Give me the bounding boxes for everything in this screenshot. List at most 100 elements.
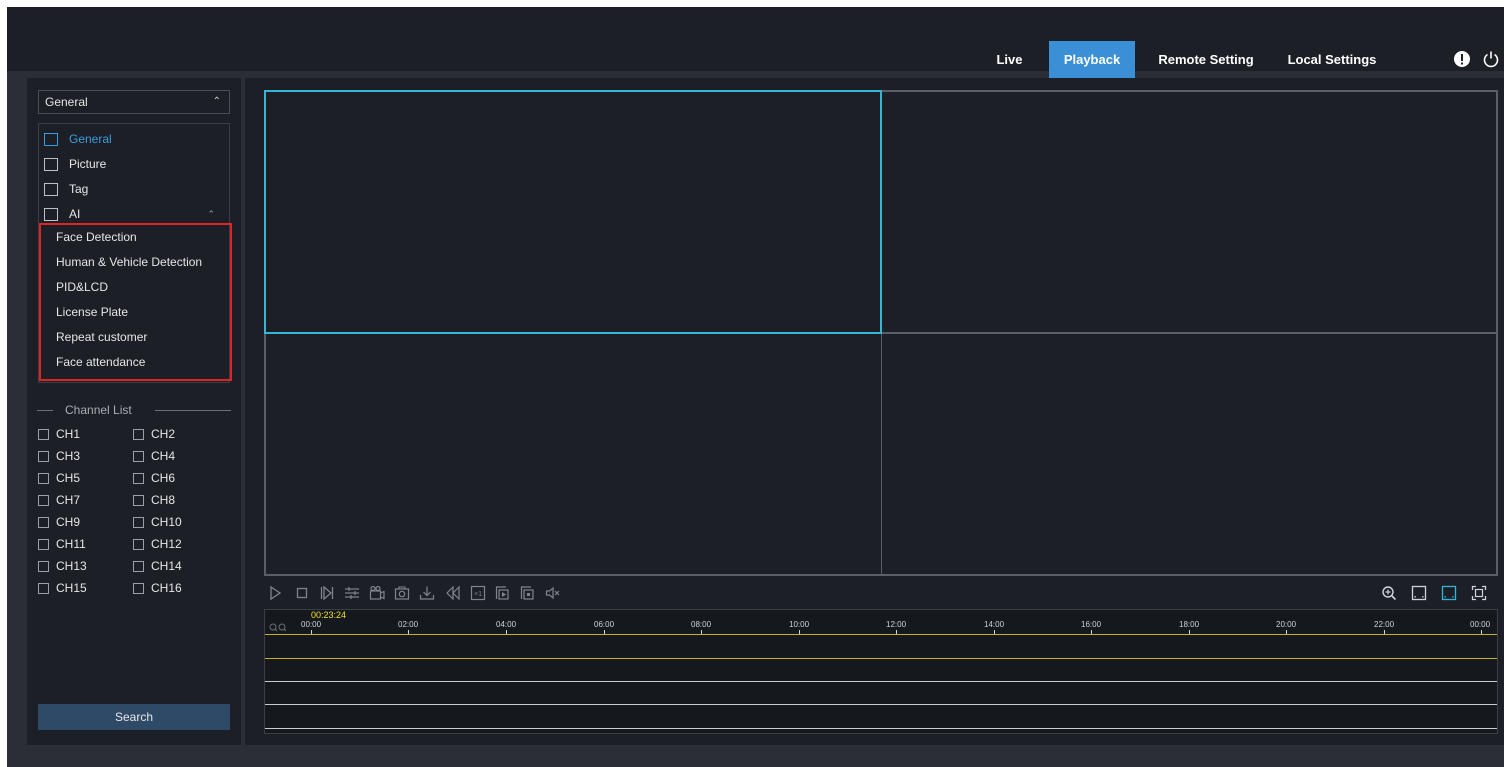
channel-checkbox-ch12[interactable]: CH12	[133, 534, 182, 554]
play-icon[interactable]	[267, 585, 283, 601]
ai-item-pid-lcd[interactable]: PID&LCD	[56, 275, 242, 300]
download-icon[interactable]	[419, 585, 435, 601]
stop-icon[interactable]	[294, 585, 310, 601]
checkbox-icon	[38, 451, 49, 462]
chevron-up-icon: ⌃	[212, 96, 221, 107]
hour-label: 04:00	[496, 620, 517, 629]
adjust-icon[interactable]	[344, 585, 360, 601]
tab-remote-setting[interactable]: Remote Setting	[1151, 41, 1261, 78]
video-cell-4[interactable]	[881, 333, 1497, 575]
hour-label: 08:00	[691, 620, 712, 629]
timeline-track-ch5[interactable]	[265, 728, 1497, 729]
clip-end-icon[interactable]	[520, 585, 536, 601]
channel-checkbox-ch5[interactable]: CH5	[38, 468, 80, 488]
tab-live[interactable]: Live	[987, 41, 1032, 78]
checkbox-icon	[38, 517, 49, 528]
hour-label: 16:00	[1081, 620, 1102, 629]
checkbox-icon	[133, 539, 144, 550]
hour-label: 10:00	[789, 620, 810, 629]
dropdown-item-picture[interactable]: Picture	[39, 152, 229, 177]
tab-playback[interactable]: Playback	[1049, 41, 1135, 78]
playback-timeline[interactable]: 00:23:24 00:00 02:00 04:00 06:00 08:00 1…	[264, 609, 1498, 734]
playback-main-area: ×1 00:23:24 00:00 02:00 04:00 06:00 08:0…	[245, 78, 1504, 745]
divider	[37, 410, 53, 411]
video-grid	[264, 90, 1498, 576]
channel-checkbox-ch11[interactable]: CH11	[38, 534, 86, 554]
hour-label: 06:00	[594, 620, 615, 629]
hour-label: 20:00	[1276, 620, 1297, 629]
fullscreen-icon[interactable]	[1471, 585, 1487, 601]
search-type-value: General	[45, 95, 88, 109]
channel-checkbox-ch2[interactable]: CH2	[133, 424, 175, 444]
power-icon[interactable]	[1482, 50, 1500, 68]
tab-local-settings[interactable]: Local Settings	[1279, 41, 1385, 78]
timeline-track-ch3[interactable]	[265, 681, 1497, 682]
hour-label: 22:00	[1374, 620, 1395, 629]
hour-label: 00:00	[301, 620, 322, 629]
timeline-track-ch1[interactable]	[265, 634, 1497, 635]
channel-checkbox-ch16[interactable]: CH16	[133, 578, 182, 598]
dropdown-item-tag[interactable]: Tag	[39, 177, 229, 202]
snapshot-icon[interactable]	[394, 585, 410, 601]
single-view-icon[interactable]	[1411, 585, 1427, 601]
checkbox-icon	[133, 517, 144, 528]
clip-start-icon[interactable]	[495, 585, 511, 601]
alert-icon[interactable]	[1453, 50, 1471, 68]
checkbox-icon	[38, 429, 49, 440]
video-cell-2[interactable]	[881, 91, 1497, 333]
checkbox-icon	[133, 473, 144, 484]
mute-icon[interactable]	[545, 585, 561, 601]
channel-checkbox-ch13[interactable]: CH13	[38, 556, 87, 576]
ai-item-face-detection[interactable]: Face Detection	[56, 225, 242, 250]
channel-list-title: Channel List	[65, 403, 132, 417]
hour-label: 12:00	[886, 620, 907, 629]
checkbox-icon	[133, 561, 144, 572]
checkbox-icon	[133, 451, 144, 462]
timeline-track-ch2[interactable]	[265, 658, 1497, 659]
hour-label: 00:00	[1470, 620, 1491, 629]
video-cell-1[interactable]	[264, 90, 882, 334]
timeline-zoom-icon[interactable]	[269, 620, 289, 632]
channel-checkbox-ch14[interactable]: CH14	[133, 556, 182, 576]
checkbox-icon	[38, 495, 49, 506]
channel-list-header: Channel List	[37, 402, 231, 418]
general-icon	[44, 133, 58, 146]
checkbox-icon	[38, 473, 49, 484]
search-type-select[interactable]: General ⌃	[38, 90, 230, 114]
picture-icon	[44, 158, 58, 171]
divider	[155, 410, 231, 411]
video-cell-3[interactable]	[265, 333, 882, 575]
zoom-in-icon[interactable]	[1381, 585, 1397, 601]
checkbox-icon	[38, 583, 49, 594]
ai-item-face-attendance[interactable]: Face attendance	[56, 350, 242, 375]
channel-checkbox-ch3[interactable]: CH3	[38, 446, 80, 466]
checkbox-icon	[133, 495, 144, 506]
channel-checkbox-ch10[interactable]: CH10	[133, 512, 182, 532]
channel-checkbox-ch8[interactable]: CH8	[133, 490, 175, 510]
tag-icon	[44, 183, 58, 196]
search-button[interactable]: Search	[38, 704, 230, 730]
channel-checkbox-ch15[interactable]: CH15	[38, 578, 87, 598]
channel-checkbox-ch1[interactable]: CH1	[38, 424, 80, 444]
ai-icon	[44, 208, 58, 221]
top-navigation-bar: Live Playback Remote Setting Local Setti…	[7, 0, 1504, 78]
step-forward-icon[interactable]	[319, 585, 335, 601]
hour-label: 02:00	[398, 620, 419, 629]
speed-x1-icon[interactable]: ×1	[470, 585, 486, 601]
ai-item-license-plate[interactable]: License Plate	[56, 300, 242, 325]
timeline-track-ch4[interactable]	[265, 704, 1497, 705]
quad-view-icon[interactable]	[1441, 585, 1457, 601]
checkbox-icon	[38, 561, 49, 572]
ai-item-human-vehicle-detection[interactable]: Human & Vehicle Detection	[56, 250, 242, 275]
channel-checkbox-ch7[interactable]: CH7	[38, 490, 80, 510]
checkbox-icon	[133, 583, 144, 594]
rewind-icon[interactable]	[445, 585, 461, 601]
checkbox-icon	[133, 429, 144, 440]
channel-checkbox-ch4[interactable]: CH4	[133, 446, 175, 466]
channel-checkbox-ch6[interactable]: CH6	[133, 468, 175, 488]
record-clip-icon[interactable]	[369, 585, 385, 601]
ai-submenu-highlight: Face Detection Human & Vehicle Detection…	[39, 223, 232, 381]
ai-item-repeat-customer[interactable]: Repeat customer	[56, 325, 242, 350]
dropdown-item-general[interactable]: General	[39, 127, 229, 152]
channel-checkbox-ch9[interactable]: CH9	[38, 512, 80, 532]
